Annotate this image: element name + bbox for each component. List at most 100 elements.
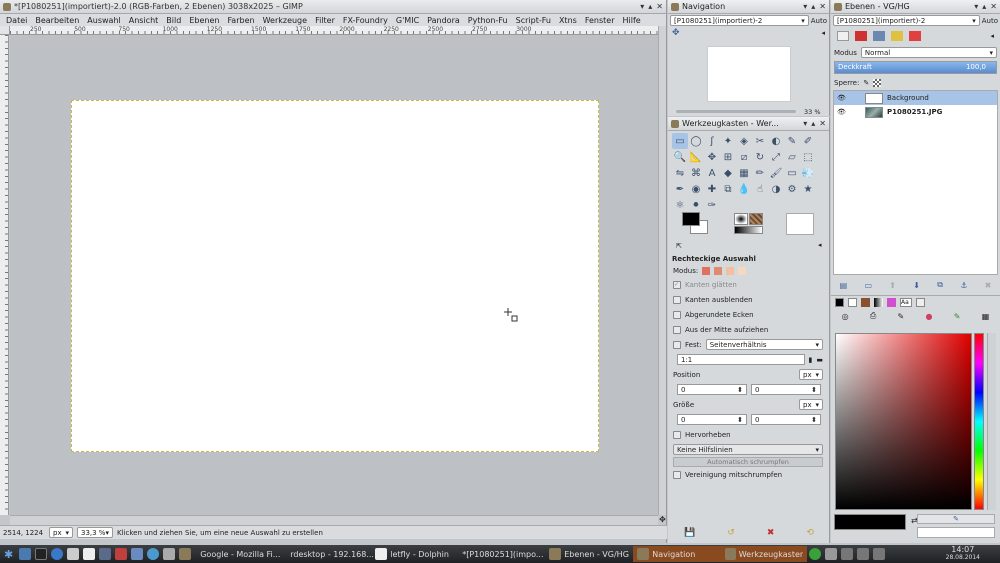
reset-options-icon[interactable]: ⟲ [806,528,814,538]
raise-layer-icon[interactable]: ⬆ [889,281,896,290]
zoom-slider[interactable] [676,110,796,113]
menu-datei[interactable]: Datei [2,16,31,25]
blur-tool-icon[interactable]: 💧 [736,181,752,197]
task-toolbox[interactable]: Werkzeugkasten... [721,546,808,562]
smudge-tool-icon[interactable]: ☝ [752,181,768,197]
lock-alpha-icon[interactable] [873,78,882,87]
brush-preview[interactable] [734,213,748,225]
new-group-icon[interactable]: ▭ [864,281,872,290]
gegl-tool-icon[interactable]: ⚙ [784,181,800,197]
tab-menu-icon[interactable]: ◂ [821,29,825,37]
close-icon[interactable]: ✕ [656,2,663,11]
ruler-corner[interactable] [0,26,10,35]
shrink-merged-option[interactable]: Vereinigung mitschrumpfen [670,467,826,482]
tray-cloud-icon[interactable] [825,548,838,560]
rect-select-tool-icon[interactable]: ▭ [672,133,688,149]
image-select[interactable]: [P1080251](importiert)-2 ▾ [670,15,809,26]
menu-bearbeiten[interactable]: Bearbeiten [31,16,83,25]
layer-row-photo[interactable]: 👁 P1080251.JPG [834,105,997,119]
layer-row-background[interactable]: 👁 Background [834,91,997,105]
menu-hilfe[interactable]: Hilfe [618,16,644,25]
auto-button[interactable]: Auto [811,17,827,25]
close-icon[interactable]: ✕ [990,2,997,11]
menu-script-fu[interactable]: Script-Fu [512,16,555,25]
antialias-option[interactable]: ✓ Kanten glätten [670,277,826,292]
color-select-tool-icon[interactable]: ◈ [736,133,752,149]
fuzzy-select-tool-icon[interactable]: ✦ [720,133,736,149]
maximize-icon[interactable]: ▴ [982,2,986,11]
tray-battery-icon[interactable] [873,548,886,560]
measure-tool-icon[interactable]: 📐 [688,149,704,165]
color-scrollbar[interactable] [987,333,996,510]
kde-menu-icon[interactable]: ✱ [0,546,17,562]
shrink-merged-checkbox[interactable] [673,470,681,479]
doc-icon[interactable] [131,548,144,560]
menu-filter[interactable]: Filter [311,16,339,25]
close-icon[interactable]: ✕ [819,2,826,11]
wheel-selector-icon[interactable]: ● [926,312,933,321]
menu-xtns[interactable]: Xtns [555,16,581,25]
ratio-input[interactable]: 1:1 [677,354,805,365]
menu-pandora[interactable]: Pandora [423,16,464,25]
color-picker-button[interactable]: ✎ [917,514,995,524]
from-center-option[interactable]: Aus der Mitte aufziehen [670,322,826,337]
heal-tool-icon[interactable]: ✚ [704,181,720,197]
current-color-swatch[interactable] [834,514,906,530]
task-dolphin[interactable]: letfly - Dolphin [371,546,455,562]
color-picker-tool-icon[interactable]: ✐ [800,133,816,149]
eye-icon[interactable]: 👁 [837,108,847,116]
size-unit-select[interactable]: px ▾ [799,399,823,410]
ink-tool-icon[interactable]: ✒ [672,181,688,197]
tab-paths-icon[interactable] [873,31,885,41]
globe-icon[interactable] [147,548,160,560]
size-width-input[interactable]: 0 ⬍ [677,414,747,425]
unit-select[interactable]: px ▾ [49,527,73,538]
gimp-selector-icon[interactable]: ◎ [842,312,849,321]
extra-tool-icon[interactable]: ★ [800,181,816,197]
task-firefox[interactable]: Google - Mozilla Fi... [193,546,283,562]
mode-intersect-icon[interactable] [738,267,747,275]
terminal-icon[interactable] [35,548,48,560]
lock-pixels-icon[interactable]: ✎ [863,79,869,87]
pen-icon[interactable] [163,548,176,560]
delete-options-icon[interactable]: ✖ [767,528,775,538]
free-select-tool-icon[interactable]: ʃ [704,133,720,149]
layers-auto-button[interactable]: Auto [982,17,998,25]
image-canvas[interactable] [71,100,599,452]
canvas-area[interactable] [10,35,658,515]
color-tab-magenta-icon[interactable] [887,298,896,307]
task-navigation[interactable]: Navigation [633,546,722,562]
dodge-burn-tool-icon[interactable]: ⚫ [688,197,704,213]
foreground-color-swatch[interactable] [682,212,700,226]
maximize-icon[interactable]: ▴ [811,2,815,11]
scale-tool-icon[interactable]: ⤢ [768,149,784,165]
mode-replace-icon[interactable] [702,267,711,275]
brush-pattern-gradient[interactable] [734,213,764,235]
color-tab-bg-icon[interactable] [848,298,857,307]
menu-werkzeuge[interactable]: Werkzeuge [259,16,311,25]
menu-ebenen[interactable]: Ebenen [185,16,223,25]
tab-undo-icon[interactable] [891,31,903,41]
menu-fenster[interactable]: Fenster [581,16,619,25]
position-x-input[interactable]: 0 ⬍ [677,384,747,395]
duplicate-layer-icon[interactable]: ⧉ [937,280,943,290]
script-tool-icon[interactable]: ⚛ [672,197,688,213]
blend-tool-icon[interactable]: ▦ [736,165,752,181]
opacity-slider[interactable]: Deckkraft 100,0 [834,61,997,74]
shear-tool-icon[interactable]: ▱ [784,149,800,165]
scissors-tool-icon[interactable]: ✂ [752,133,768,149]
menu-fx-foundry[interactable]: FX-Foundry [339,16,392,25]
toolbox-titlebar[interactable]: Werkzeugkasten - Wer... ▾ ▴ ✕ [668,117,829,131]
tab-menu-icon[interactable]: ◂ [990,32,994,40]
rotate-tool-icon[interactable]: ↻ [752,149,768,165]
menu-auswahl[interactable]: Auswahl [83,16,124,25]
screen-icon[interactable] [99,548,112,560]
minimize-icon[interactable]: ▾ [974,2,978,11]
pencil-tool-icon[interactable]: ✏ [752,165,768,181]
bunny-icon[interactable] [83,548,96,560]
restore-options-icon[interactable]: ↺ [727,528,735,538]
portrait-icon[interactable]: ▮ [809,356,813,364]
vertical-scrollbar[interactable] [658,26,666,515]
rounded-option[interactable]: Abgerundete Ecken [670,307,826,322]
color-tab-gradient-icon[interactable] [874,298,883,307]
